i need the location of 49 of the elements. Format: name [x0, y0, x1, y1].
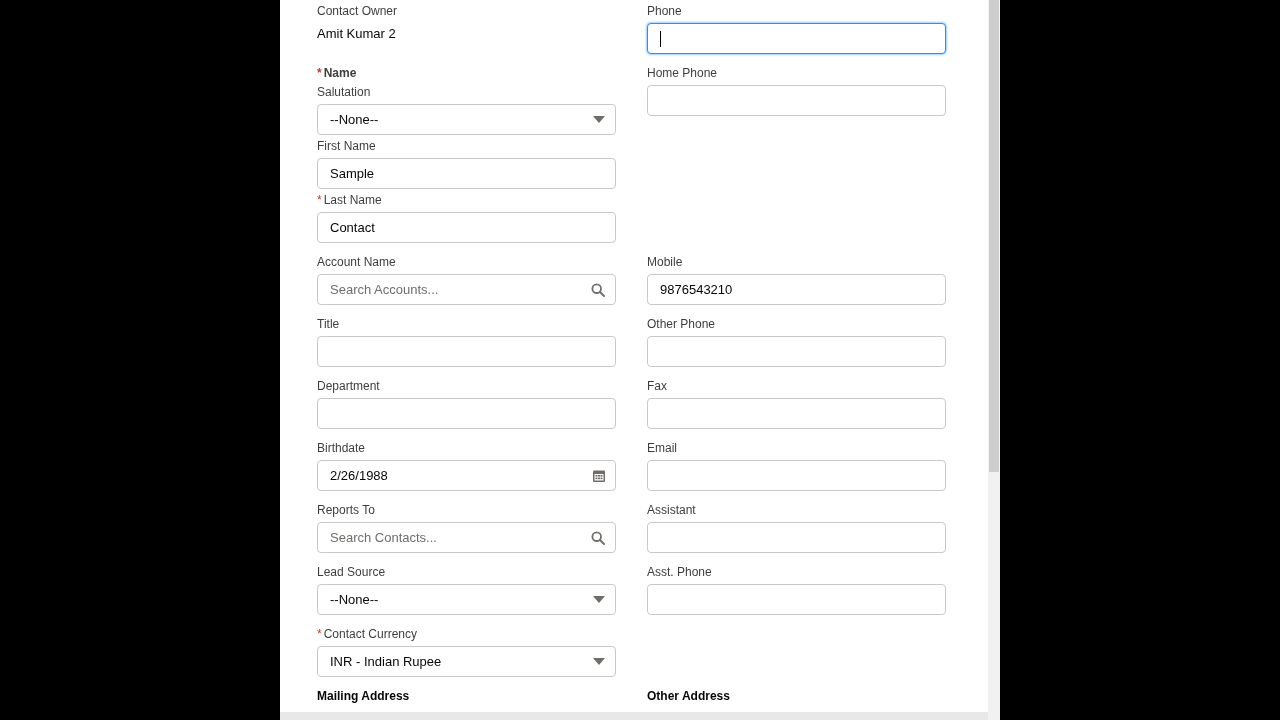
- text-field[interactable]: Contact: [317, 212, 616, 243]
- field-label: Mobile: [647, 255, 684, 270]
- text-field[interactable]: [317, 398, 616, 429]
- group-label: * Name: [317, 66, 358, 81]
- field-label: Department: [317, 379, 381, 394]
- owner-name: Amit Kumar 2: [317, 25, 397, 43]
- scrollbar[interactable]: [988, 0, 1000, 720]
- field-label: Asst. Phone: [647, 565, 713, 580]
- text-field[interactable]: [647, 398, 946, 429]
- section-heading: Mailing Address: [317, 689, 411, 704]
- field-label: Contact Owner: [317, 4, 399, 19]
- search-icon: [591, 530, 605, 545]
- field-label: Assistant: [647, 503, 697, 518]
- text-field[interactable]: [647, 23, 946, 54]
- section-heading: Other Address: [647, 689, 731, 704]
- text-field[interactable]: [647, 522, 946, 553]
- date-field[interactable]: 2/26/1988: [317, 460, 616, 491]
- field-label: Lead Source: [317, 565, 387, 580]
- text-field[interactable]: [647, 336, 946, 367]
- calendar-icon: [593, 469, 605, 482]
- dropdown-caret-icon: [593, 595, 605, 604]
- dropdown-caret-icon: [593, 657, 605, 666]
- field-label: Birthdate: [317, 441, 367, 456]
- field-label: Salutation: [317, 85, 372, 100]
- text-field[interactable]: 9876543210: [647, 274, 946, 305]
- text-cursor: [660, 30, 661, 47]
- text-field[interactable]: [647, 460, 946, 491]
- lookup-field[interactable]: Search Accounts...: [317, 274, 616, 305]
- text-field[interactable]: [317, 336, 616, 367]
- field-label: Reports To: [317, 503, 376, 518]
- field-label: Email: [647, 441, 678, 456]
- field-label: Home Phone: [647, 66, 719, 81]
- text-field[interactable]: Sample: [317, 158, 616, 189]
- field-label: Other Phone: [647, 317, 717, 332]
- field-label: Title: [317, 317, 341, 332]
- field-label: * Last Name: [317, 193, 383, 208]
- dropdown-field[interactable]: --None--: [317, 104, 616, 135]
- dropdown-field[interactable]: INR - Indian Rupee: [317, 646, 616, 677]
- field-label: * Contact Currency: [317, 627, 419, 642]
- search-icon: [591, 282, 605, 297]
- text-field[interactable]: [647, 85, 946, 116]
- dropdown-caret-icon: [593, 115, 605, 124]
- field-label: Phone: [647, 4, 683, 19]
- text-field[interactable]: [647, 584, 946, 615]
- field-label: Account Name: [317, 255, 397, 270]
- field-label: First Name: [317, 139, 377, 154]
- field-label: Fax: [647, 379, 668, 394]
- dropdown-field[interactable]: --None--: [317, 584, 616, 615]
- lookup-field[interactable]: Search Contacts...: [317, 522, 616, 553]
